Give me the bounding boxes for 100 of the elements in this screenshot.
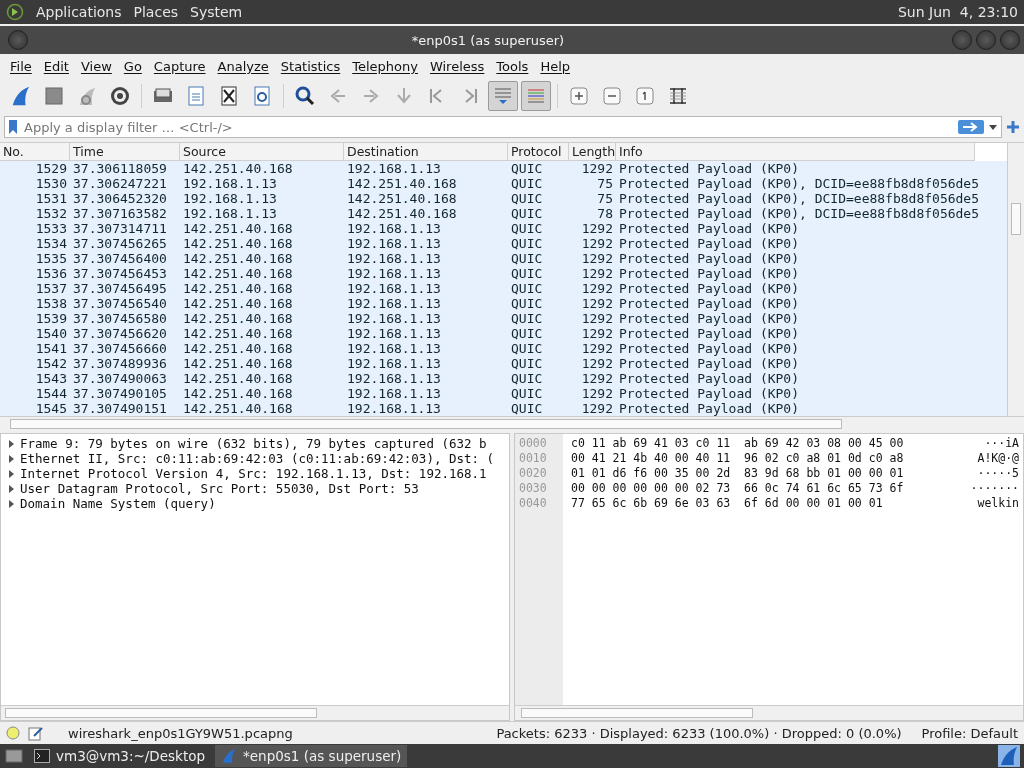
table-cell-text: 1539	[34, 311, 68, 326]
tree-item[interactable]: Ethernet II, Src: c0:11:ab:69:42:03 (c0:11:ab:69:42:03), Dst: (	[20, 451, 495, 466]
bookmark-icon[interactable]	[8, 119, 18, 135]
toggle-button[interactable]	[521, 81, 551, 111]
pencil-icon[interactable]	[28, 725, 44, 741]
menu-item[interactable]: Wireless	[423, 58, 491, 74]
table-cell-text: Protected Payload (KP0)	[618, 341, 800, 356]
close-file-icon	[218, 85, 240, 107]
table-cell-text: 192.168.1.13	[346, 326, 442, 341]
table-cell-text: 1292	[580, 341, 614, 356]
show-desktop-icon[interactable]	[4, 747, 24, 765]
tree-item[interactable]: Frame 9: 79 bytes on wire (632 bits), 79 bytes captured (632 b	[20, 436, 487, 451]
filter-input[interactable]: Apply a display filter … <Ctrl-/>	[22, 118, 954, 136]
minimize-button[interactable]	[952, 30, 972, 50]
display-filter-field[interactable]: Apply a display filter … <Ctrl-/>	[4, 116, 1002, 138]
table-cell-text: 142.251.40.168	[182, 371, 294, 386]
column-header[interactable]: Length	[569, 143, 616, 160]
table-cell-text: Protected Payload (KP0)	[618, 221, 800, 236]
expand-arrow-icon[interactable]	[7, 499, 15, 508]
menu-item[interactable]: Capture	[147, 58, 212, 74]
app-menu-logo-icon[interactable]	[6, 3, 24, 21]
window-menu-button[interactable]	[8, 30, 28, 50]
profile-label[interactable]: Profile: Default	[921, 725, 1018, 741]
window-title: *enp0s1 (as superuser)	[410, 32, 566, 48]
status-indicator-icon[interactable]	[6, 726, 20, 740]
table-cell-text: Protected Payload (KP0)	[618, 281, 800, 296]
taskbar-button[interactable]: *enp0s1 (as superuser)	[215, 745, 408, 767]
vertical-scrollbar[interactable]	[1007, 143, 1024, 416]
horizontal-scrollbar[interactable]	[0, 416, 1024, 431]
maximize-button[interactable]	[976, 30, 996, 50]
table-cell-text: 75	[596, 176, 614, 191]
clock[interactable]: Sun Jun 4, 23:10	[898, 4, 1018, 20]
expand-arrow-icon[interactable]	[7, 469, 15, 478]
table-cell-text: Protected Payload (KP0)	[618, 266, 800, 281]
byte-offset: 0030	[519, 481, 548, 496]
column-header[interactable]: Source	[180, 143, 344, 160]
table-cell-text: 192.168.1.13	[346, 221, 442, 236]
table-cell-text: 1292	[580, 281, 614, 296]
table-cell-text: 1292	[580, 386, 614, 401]
table-cell-text: 37.307456495	[72, 281, 168, 296]
ascii-bytes: welkin	[976, 496, 1019, 511]
panel-menu[interactable]: System	[190, 4, 243, 20]
table-cell-text: Protected Payload (KP0), DCID=ee88fb8d8f056de5	[618, 206, 981, 221]
column-header[interactable]: Info	[616, 143, 975, 160]
expand-arrow-icon[interactable]	[7, 484, 15, 493]
fin-icon[interactable]	[998, 745, 1020, 767]
horizontal-scrollbar[interactable]	[1, 705, 509, 720]
table-cell-text: 1292	[580, 221, 614, 236]
menu-item[interactable]: Analyze	[211, 58, 275, 74]
add-filter-icon[interactable]	[1006, 120, 1020, 134]
table-cell-text: 192.168.1.13	[182, 176, 278, 191]
table-cell-text: 1535	[34, 251, 68, 266]
menu-item[interactable]: Edit	[37, 58, 75, 74]
table-cell-text: QUIC	[510, 176, 544, 191]
zoom-reset-icon	[634, 85, 656, 107]
table-cell-text: QUIC	[510, 221, 544, 236]
column-header[interactable]: Protocol	[508, 143, 569, 160]
menu-item[interactable]: Telephony	[346, 58, 424, 74]
table-cell-text: 192.168.1.13	[346, 236, 442, 251]
table-cell-text: Protected Payload (KP0)	[618, 386, 800, 401]
expand-arrow-icon[interactable]	[7, 439, 15, 448]
column-header[interactable]: Destination	[344, 143, 508, 160]
table-cell-text: 192.168.1.13	[346, 401, 442, 416]
table-cell-text: 1533	[34, 221, 68, 236]
table-cell-text: 192.168.1.13	[346, 281, 442, 296]
fin-icon	[10, 85, 32, 107]
table-cell-text: 142.251.40.168	[182, 266, 294, 281]
close-button[interactable]	[1000, 30, 1020, 50]
table-cell-text: 1292	[580, 296, 614, 311]
table-cell-text: 1292	[580, 311, 614, 326]
menu-item[interactable]: Go	[117, 58, 148, 74]
taskbar-button[interactable]: vm3@vm3:~/Desktop	[28, 745, 212, 767]
table-cell-text: 142.251.40.168	[182, 221, 294, 236]
panel-menu[interactable]: Applications	[36, 4, 122, 20]
table-cell-text: Protected Payload (KP0)	[618, 311, 800, 326]
menu-item[interactable]: Statistics	[274, 58, 347, 74]
table-cell-text: Protected Payload (KP0)	[618, 251, 800, 266]
table-cell-text: 1292	[580, 266, 614, 281]
column-header[interactable]: Time	[70, 143, 180, 160]
panel-menu[interactable]: Places	[133, 4, 179, 20]
toggle-button[interactable]	[488, 81, 518, 111]
tree-item[interactable]: Internet Protocol Version 4, Src: 192.168.1.13, Dst: 192.168.1	[20, 466, 487, 481]
table-cell-text: 37.307490063	[72, 371, 168, 386]
menu-item[interactable]: File	[4, 58, 38, 74]
dropdown-caret-icon[interactable]	[988, 122, 998, 132]
menu-item[interactable]: View	[74, 58, 118, 74]
table-cell-text: Protected Payload (KP0)	[618, 356, 800, 371]
tree-item[interactable]: User Datagram Protocol, Src Port: 55030, Dst Port: 53	[20, 481, 419, 496]
menu-item[interactable]: Tools	[490, 58, 535, 74]
byte-offset: 0000	[519, 436, 548, 451]
horizontal-scrollbar[interactable]	[515, 705, 1023, 720]
table-cell-text: 37.307456453	[72, 266, 168, 281]
search-icon	[294, 85, 316, 107]
hex-bytes: c0 11 ab 69 41 03 c0 11 ab 69 42 03 08 00 45 00	[571, 436, 904, 451]
ascii-bytes: ···iA	[983, 436, 1019, 451]
table-cell-text: 142.251.40.168	[182, 251, 294, 266]
menu-item[interactable]: Help	[534, 58, 576, 74]
expand-arrow-icon[interactable]	[7, 454, 15, 463]
tree-item[interactable]: Domain Name System (query)	[20, 496, 216, 511]
column-header[interactable]: No.	[0, 143, 70, 160]
